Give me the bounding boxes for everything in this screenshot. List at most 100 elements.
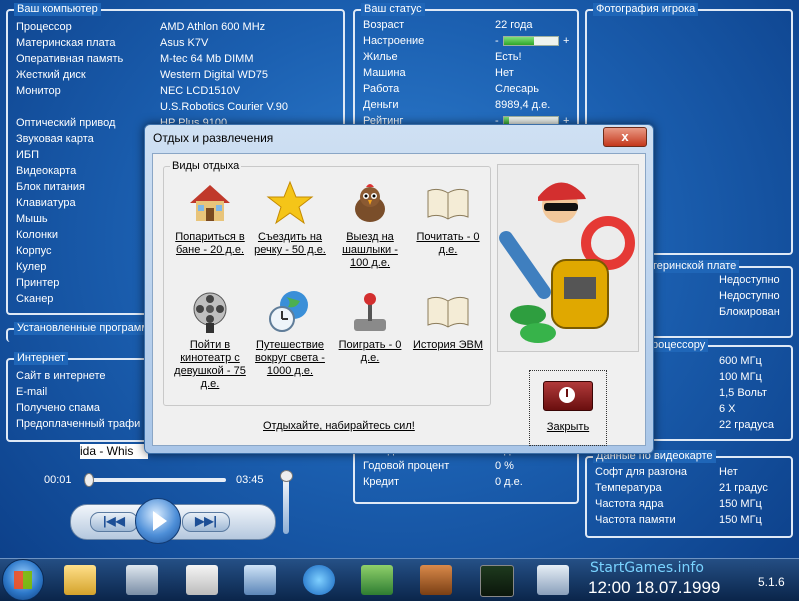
monitor-icon[interactable] (126, 565, 158, 595)
activity-travel[interactable]: Путешествие вокруг света - 1000 д.е. (252, 287, 328, 378)
book-icon (424, 179, 472, 227)
activity-label: Выезд на шашлыки - 100 д.е. (342, 231, 398, 269)
activity-label: Съездить на речку - 50 д.е. (254, 231, 326, 256)
info-value: 1,5 Вольт (719, 387, 767, 399)
player-volume-handle[interactable] (280, 470, 293, 482)
close-button[interactable] (543, 381, 593, 411)
info-label: Сканер (16, 293, 54, 305)
info-label: Годовой процент (363, 460, 450, 472)
gpu-panel: Данные по видеокарте Софт для разгона Нет… (585, 450, 793, 538)
info-label: Блок питания (16, 181, 85, 193)
dialog-tagline: Отдыхайте, набирайтесь сил! (263, 420, 415, 432)
info-value: M-tec 64 Mb DIMM (160, 53, 254, 65)
info-label: Предоплаченный трафи (16, 418, 141, 430)
info-label: Возраст (363, 19, 405, 31)
close-label[interactable]: Закрыть (530, 421, 606, 433)
info-row: Материнская плата Asus K7V (8, 35, 343, 51)
dialog-close-x-button[interactable]: x (603, 127, 647, 147)
info-label: Звуковая карта (16, 133, 94, 145)
computer-panel-title: Ваш компьютер (14, 3, 101, 16)
info-label: E-mail (16, 386, 48, 398)
monitor-graph-icon[interactable] (480, 565, 514, 597)
activity-label: Попариться в бане - 20 д.е. (175, 231, 245, 256)
photo-panel-title: Фотография игрока (593, 3, 699, 16)
info-row: Деньги 8989,4 д.е. (355, 97, 577, 113)
search-icon[interactable] (244, 565, 276, 595)
globe-clock-icon (266, 287, 314, 335)
info-label: Оперативная память (16, 53, 124, 65)
info-label: Оптический привод (16, 117, 116, 129)
info-row: Настроение - + (355, 33, 577, 49)
leisure-illustration (497, 164, 639, 352)
activity-bbq[interactable]: Выезд на шашлыки - 100 д.е. (332, 179, 408, 270)
info-value: 8989,4 д.е. (495, 99, 551, 111)
activity-label: История ЭВМ (412, 339, 484, 351)
info-label: Принтер (16, 277, 60, 289)
book-icon (424, 287, 472, 335)
player-seek-handle[interactable] (84, 473, 94, 487)
info-value: Недоступно (719, 274, 780, 286)
activity-river[interactable]: Съездить на речку - 50 д.е. (252, 179, 328, 257)
film-reel-icon (186, 287, 234, 335)
activity-play[interactable]: Поиграть - 0 д.е. (332, 287, 408, 365)
info-value: 100 МГц (719, 371, 762, 383)
info-label: ИБП (16, 149, 40, 161)
activity-cinema[interactable]: Пойти в кинотеатр с девушкой - 75 д.е. (172, 287, 248, 391)
internet-explorer-icon[interactable] (303, 565, 335, 595)
dialog-body: Виды отдыха Попариться в бане - 20 д.е. … (152, 153, 646, 446)
previous-track-button[interactable] (90, 512, 138, 532)
info-value: Недоступно (719, 290, 780, 302)
info-value: 150 МГц (719, 514, 762, 526)
activity-sauna[interactable]: Попариться в бане - 20 д.е. (172, 179, 248, 257)
info-value: 6 X (719, 403, 736, 415)
info-label: Машина (363, 67, 406, 79)
leisure-dialog: Отдых и развлечения x Виды отдыха Попари… (144, 124, 654, 454)
info-row: Оперативная память M-tec 64 Mb DIMM (8, 51, 343, 67)
player-seek-bar[interactable] (84, 478, 226, 482)
info-value: Слесарь (495, 83, 539, 95)
documents-icon[interactable] (186, 565, 218, 595)
info-row: Машина Нет (355, 65, 577, 81)
leisure-types-title: Виды отдыха (170, 160, 242, 172)
status-panel: Ваш статус Возраст 22 года Настроение - + Жил… (353, 3, 579, 129)
info-label: Кредит (363, 476, 400, 488)
player-total-time: 03:45 (236, 474, 264, 486)
briefcase-icon[interactable] (420, 565, 452, 595)
version-label: 5.1.6 (758, 575, 785, 589)
chicken-icon (346, 179, 394, 227)
status-panel-title: Ваш статус (361, 3, 425, 16)
info-value: Western Digital WD75 (160, 69, 268, 81)
level-bar-fill (504, 37, 534, 45)
star-icon (266, 179, 314, 227)
activity-reading[interactable]: Почитать - 0 д.е. (410, 179, 486, 257)
users-icon[interactable] (361, 565, 393, 595)
info-row: Процессор AMD Athlon 600 MHz (8, 19, 343, 35)
start-button[interactable] (2, 559, 44, 601)
info-value: 150 МГц (719, 498, 762, 510)
brand-text: StartGames.info (590, 560, 704, 576)
info-row: Кредит 0 д.е. (355, 474, 577, 490)
info-label: Сайт в интернете (16, 370, 106, 382)
info-label: Настроение (363, 35, 425, 47)
info-label: Материнская плата (16, 37, 116, 49)
info-row: Частота памяти 150 МГц (587, 512, 791, 528)
level-meter: - + (495, 35, 575, 47)
info-row: Работа Слесарь (355, 81, 577, 97)
info-label: Получено спама (16, 402, 101, 414)
info-label: Монитор (16, 85, 61, 97)
next-track-button[interactable] (182, 512, 230, 532)
network-computer-icon[interactable] (537, 565, 569, 595)
joystick-icon (346, 287, 394, 335)
clock: 12:00 18.07.1999 (588, 578, 721, 597)
close-area: Закрыть (529, 370, 607, 446)
play-button[interactable] (135, 498, 181, 544)
activity-computer-history[interactable]: История ЭВМ (410, 287, 486, 352)
level-bar (503, 36, 559, 46)
info-label: Корпус (16, 245, 52, 257)
activity-label: Почитать - 0 д.е. (416, 231, 480, 256)
info-label: Видеокарта (16, 165, 77, 177)
info-label: Кулер (16, 261, 47, 273)
folder-icon[interactable] (64, 565, 96, 595)
info-label: Частота ядра (595, 498, 664, 510)
internet-panel-title: Интернет (14, 352, 68, 365)
